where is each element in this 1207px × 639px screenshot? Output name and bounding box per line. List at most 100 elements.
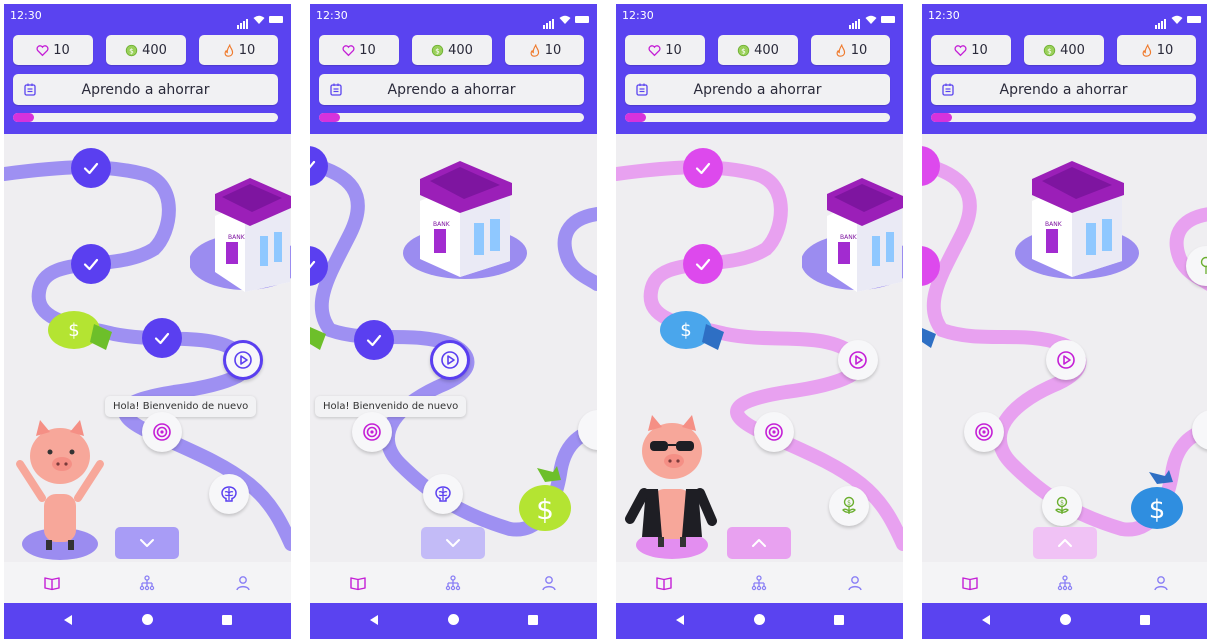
lesson-node-target[interactable]: [352, 412, 392, 452]
streak-counter[interactable]: 10: [199, 35, 278, 65]
money-bag-reward[interactable]: $: [515, 464, 575, 534]
hearts-counter[interactable]: 10: [625, 35, 705, 65]
scroll-up-button[interactable]: [727, 527, 791, 559]
scroll-down-button[interactable]: [421, 527, 485, 559]
check-icon: [154, 332, 170, 345]
back-icon[interactable]: [676, 615, 684, 625]
lesson-node-target[interactable]: [142, 412, 182, 452]
lesson-node-completed-1[interactable]: [71, 148, 111, 188]
lesson-node-current[interactable]: [838, 340, 878, 380]
hierarchy-icon[interactable]: [1057, 574, 1073, 591]
person-icon[interactable]: [235, 575, 251, 591]
hearts-value: 10: [53, 42, 70, 58]
heart-icon: [36, 44, 49, 56]
learning-path-map: BANK $ Hola! Bienvenido de nuevo: [4, 134, 291, 562]
back-icon[interactable]: [370, 615, 378, 625]
recent-apps-icon[interactable]: [222, 615, 232, 625]
system-nav-bar: [4, 603, 291, 639]
recent-apps-icon[interactable]: [1140, 615, 1150, 625]
lesson-node-completed-3[interactable]: [142, 318, 182, 358]
system-nav-bar: [310, 603, 597, 639]
bottom-nav: [310, 562, 597, 603]
goal-banner[interactable]: Aprendo a ahorrar: [625, 74, 890, 105]
lesson-node-completed-3[interactable]: [354, 320, 394, 360]
goal-banner[interactable]: Aprendo a ahorrar: [319, 74, 584, 105]
lesson-node-completed-1[interactable]: [683, 148, 723, 188]
hearts-value: 10: [971, 42, 988, 58]
wifi-icon: [559, 15, 571, 24]
hierarchy-icon[interactable]: [751, 574, 767, 591]
home-icon[interactable]: [1060, 614, 1071, 625]
target-icon: [153, 423, 171, 441]
bottom-nav: [922, 562, 1207, 603]
money-bag-reward[interactable]: $: [46, 304, 122, 360]
book-icon[interactable]: [350, 575, 366, 591]
home-icon[interactable]: [448, 614, 459, 625]
back-icon[interactable]: [982, 615, 990, 625]
play-icon: [1057, 351, 1075, 369]
home-icon[interactable]: [754, 614, 765, 625]
recent-apps-icon[interactable]: [528, 615, 538, 625]
battery-icon: [1187, 16, 1201, 23]
person-icon[interactable]: [1153, 575, 1169, 591]
goal-banner[interactable]: Aprendo a ahorrar: [931, 74, 1196, 105]
book-icon[interactable]: [962, 575, 978, 591]
money-bag-reward[interactable]: $: [658, 304, 734, 360]
lesson-node-current[interactable]: [430, 340, 470, 380]
goal-progress-fill: [319, 113, 341, 122]
coins-value: 400: [754, 42, 779, 58]
lesson-node-current[interactable]: [223, 340, 263, 380]
streak-value: 10: [544, 42, 562, 58]
person-icon[interactable]: [847, 575, 863, 591]
coins-counter[interactable]: $ 400: [412, 35, 492, 65]
lesson-node-current[interactable]: [1046, 340, 1086, 380]
coin-icon: $: [125, 44, 138, 56]
svg-text:$: $: [847, 500, 851, 507]
lesson-node-completed-2[interactable]: [683, 244, 723, 284]
streak-counter[interactable]: 10: [505, 35, 584, 65]
streak-value: 10: [238, 42, 256, 58]
coins-counter[interactable]: $ 400: [1024, 35, 1104, 65]
status-icons: [1155, 10, 1201, 29]
speech-bubble: Hola! Bienvenido de nuevo: [315, 396, 467, 417]
money-bag-reward[interactable]: $: [1127, 468, 1187, 530]
back-icon[interactable]: [64, 615, 72, 625]
wifi-icon: [253, 15, 265, 24]
pig-mascot-cool: [625, 415, 717, 559]
lesson-node-plant[interactable]: $: [829, 486, 869, 526]
streak-counter[interactable]: 10: [1117, 35, 1196, 65]
lesson-node-completed-2[interactable]: [71, 244, 111, 284]
scroll-down-button[interactable]: [115, 527, 179, 559]
hearts-counter[interactable]: 10: [319, 35, 399, 65]
heart-icon: [342, 44, 355, 56]
book-icon[interactable]: [44, 575, 60, 591]
streak-counter[interactable]: 10: [811, 35, 890, 65]
coins-value: 400: [1060, 42, 1085, 58]
lesson-node-brain[interactable]: [209, 474, 249, 514]
book-icon[interactable]: [656, 575, 672, 591]
scroll-up-button[interactable]: [1033, 527, 1097, 559]
person-icon[interactable]: [541, 575, 557, 591]
lesson-node-target[interactable]: [964, 412, 1004, 452]
home-icon[interactable]: [142, 614, 153, 625]
coin-icon: $: [431, 44, 444, 56]
lesson-node-target[interactable]: [754, 412, 794, 452]
flame-icon: [836, 43, 845, 57]
hearts-counter[interactable]: 10: [931, 35, 1011, 65]
hearts-counter[interactable]: 10: [13, 35, 93, 65]
coins-counter[interactable]: $ 400: [718, 35, 798, 65]
bottom-nav: [616, 562, 903, 603]
streak-value: 10: [850, 42, 868, 58]
battery-icon: [575, 16, 589, 23]
lesson-node-plant[interactable]: $: [1042, 486, 1082, 526]
svg-text:$: $: [1149, 495, 1166, 525]
phone-screen-1: 12:30 10 $ 400 10 Aprendo a ahorrar BANK…: [4, 4, 291, 639]
hierarchy-icon[interactable]: [139, 574, 155, 591]
recent-apps-icon[interactable]: [834, 615, 844, 625]
learning-path-map: BANK Hola! Bienvenido de nuevo $: [310, 134, 597, 562]
lesson-node-brain[interactable]: [423, 474, 463, 514]
goal-banner[interactable]: Aprendo a ahorrar: [13, 74, 278, 105]
hierarchy-icon[interactable]: [445, 574, 461, 591]
coins-counter[interactable]: $ 400: [106, 35, 186, 65]
target-icon: [363, 423, 381, 441]
